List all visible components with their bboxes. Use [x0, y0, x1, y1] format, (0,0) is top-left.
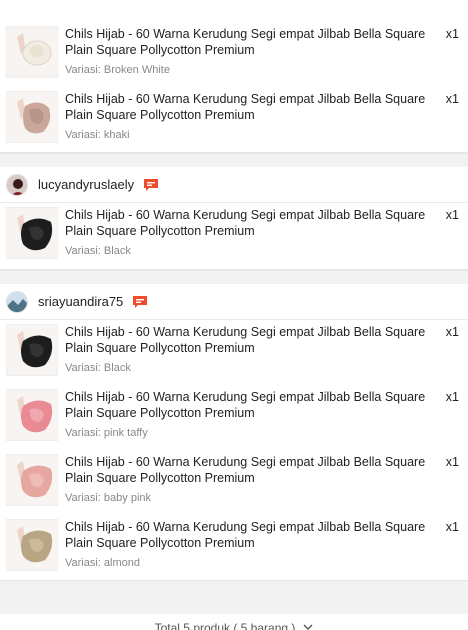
section-divider	[0, 153, 468, 167]
product-variant: Variasi: Broken White	[65, 64, 170, 76]
shop-avatar[interactable]	[6, 173, 28, 196]
order-item[interactable]: Chils Hijab - 60 Warna Kerudung Segi emp…	[0, 320, 468, 385]
order-item[interactable]: Chils Hijab - 60 Warna Kerudung Segi emp…	[0, 450, 468, 515]
product-variant: Variasi: pink taffy	[65, 427, 148, 439]
product-title: Chils Hijab - 60 Warna Kerudung Segi emp…	[65, 455, 426, 485]
product-title: Chils Hijab - 60 Warna Kerudung Segi emp…	[65, 27, 426, 57]
section-divider	[0, 270, 468, 284]
product-quantity: x1	[445, 92, 459, 106]
product-title: Chils Hijab - 60 Warna Kerudung Segi emp…	[65, 208, 426, 238]
product-quantity: x1	[445, 27, 459, 41]
product-title: Chils Hijab - 60 Warna Kerudung Segi emp…	[65, 325, 426, 355]
product-variant: Variasi: Black	[65, 362, 131, 374]
order-item[interactable]: Chils Hijab - 60 Warna Kerudung Segi emp…	[0, 515, 468, 580]
product-variant: Variasi: almond	[65, 557, 140, 569]
order-card: lucyandyruslaely Chils Hijab - 60 Warna …	[0, 167, 468, 270]
product-title: Chils Hijab - 60 Warna Kerudung Segi emp…	[65, 390, 426, 420]
product-variant: Variasi: Black	[65, 245, 131, 257]
product-thumbnail	[6, 207, 58, 259]
shop-name[interactable]: lucyandyruslaely	[38, 177, 134, 192]
product-quantity: x1	[445, 208, 459, 222]
order-card: sriayuandira75 Chils Hijab - 60 Warna Ke…	[0, 284, 468, 581]
order-item[interactable]: Chils Hijab - 60 Warna Kerudung Segi emp…	[0, 385, 468, 450]
product-thumbnail	[6, 389, 58, 441]
product-thumbnail	[6, 519, 58, 571]
product-quantity: x1	[445, 455, 459, 469]
order-summary-text: Total 5 produk ( 5 barang )	[154, 621, 296, 630]
product-quantity: x1	[445, 390, 459, 404]
product-quantity: x1	[445, 520, 459, 534]
product-variant: Variasi: khaki	[65, 129, 130, 141]
chat-icon[interactable]	[132, 295, 148, 309]
chevron-down-icon	[303, 624, 313, 630]
product-variant: Variasi: baby pink	[65, 492, 152, 504]
shop-header[interactable]: lucyandyruslaely	[0, 167, 468, 203]
order-item[interactable]: Chils Hijab - 60 Warna Kerudung Segi emp…	[0, 87, 468, 152]
product-thumbnail	[6, 26, 58, 78]
product-thumbnail	[6, 324, 58, 376]
chat-icon[interactable]	[143, 178, 159, 192]
shop-avatar[interactable]	[6, 290, 28, 313]
product-thumbnail	[6, 91, 58, 143]
shop-header[interactable]: sriayuandira75	[0, 284, 468, 320]
order-card: Chils Hijab - 60 Warna Kerudung Segi emp…	[0, 0, 468, 153]
order-summary-toggle[interactable]: Total 5 produk ( 5 barang )	[0, 614, 468, 630]
product-thumbnail	[6, 454, 58, 506]
order-item[interactable]: Chils Hijab - 60 Warna Kerudung Segi emp…	[0, 203, 468, 269]
shop-name[interactable]: sriayuandira75	[38, 294, 123, 309]
order-item[interactable]: Chils Hijab - 60 Warna Kerudung Segi emp…	[0, 22, 468, 87]
product-title: Chils Hijab - 60 Warna Kerudung Segi emp…	[65, 520, 426, 550]
product-quantity: x1	[445, 325, 459, 339]
product-title: Chils Hijab - 60 Warna Kerudung Segi emp…	[65, 92, 426, 122]
